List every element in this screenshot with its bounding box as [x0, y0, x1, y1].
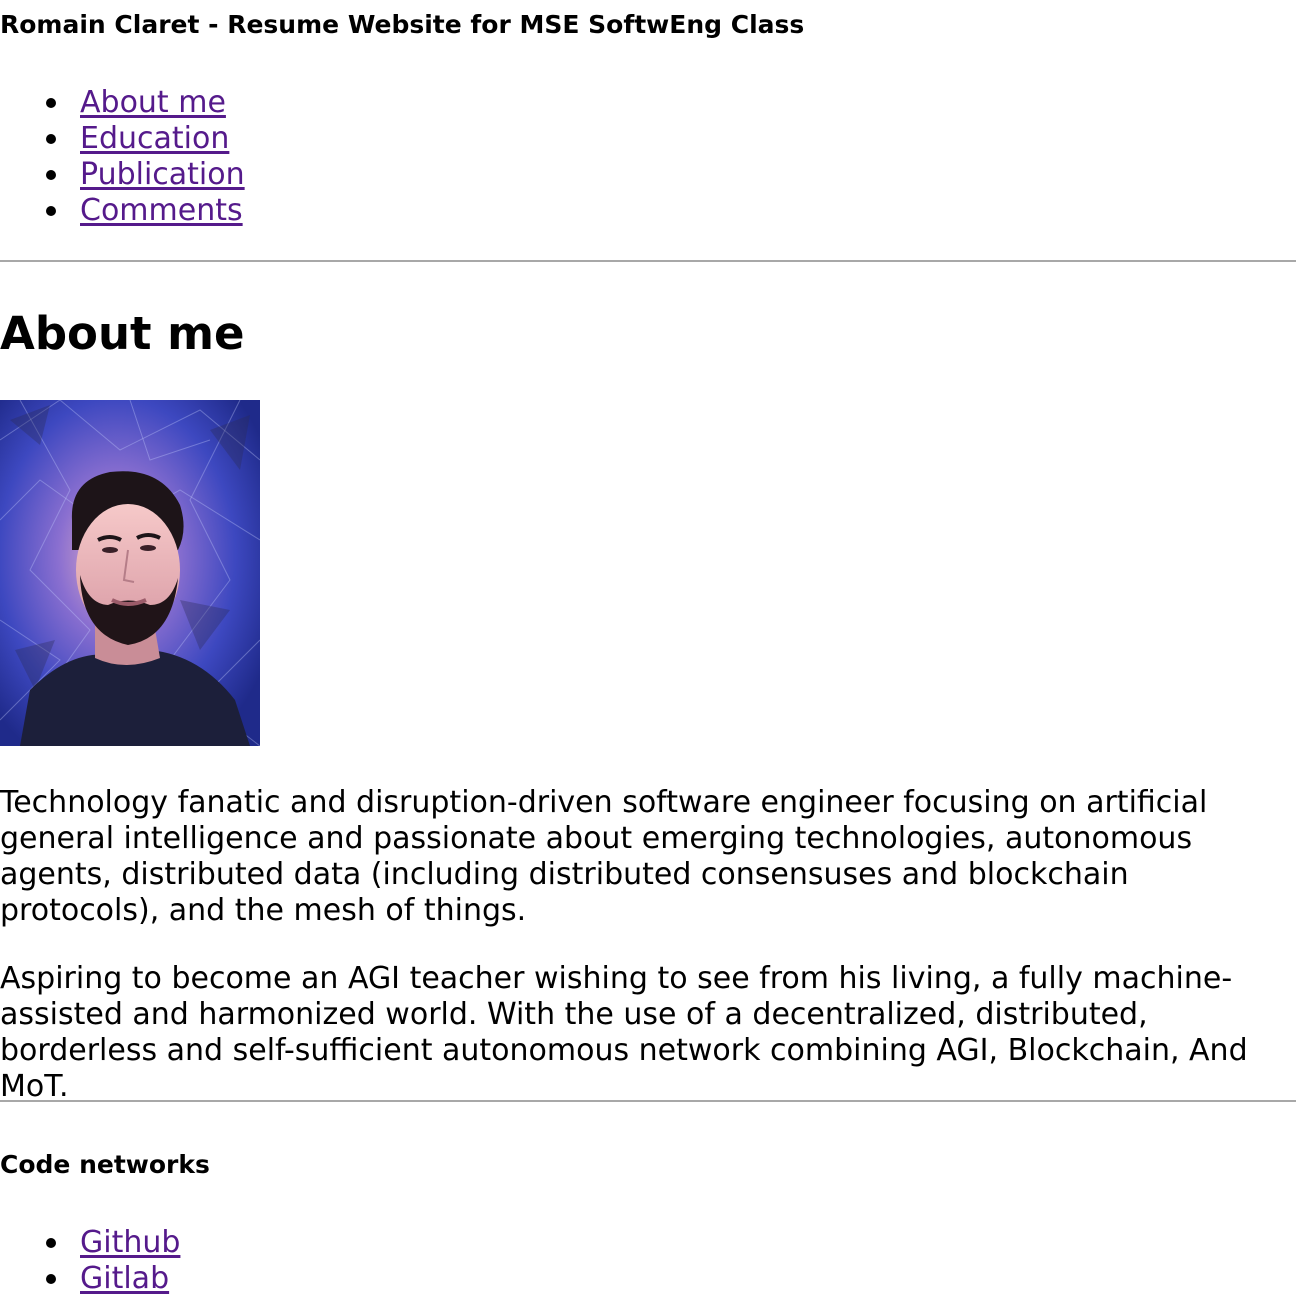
- github-link[interactable]: Github: [80, 1225, 180, 1260]
- bullet-icon: [46, 1274, 56, 1284]
- about-heading: About me: [0, 307, 245, 360]
- profile-photo: [0, 400, 260, 746]
- bullet-icon: [46, 134, 56, 144]
- site-title: Romain Claret - Resume Website for MSE S…: [0, 10, 805, 39]
- bullet-icon: [46, 98, 56, 108]
- nav-item-education: Education: [0, 121, 245, 157]
- list-item: Gitlab: [0, 1261, 180, 1297]
- list-item: Github: [0, 1225, 180, 1261]
- section-divider: [0, 260, 1296, 262]
- bullet-icon: [46, 1238, 56, 1248]
- nav-link-publication[interactable]: Publication: [80, 157, 245, 192]
- bullet-icon: [46, 170, 56, 180]
- nav-item-publication: Publication: [0, 157, 245, 193]
- nav-link-about-me[interactable]: About me: [80, 85, 226, 120]
- main-nav: About me Education Publication Comments: [0, 85, 245, 229]
- code-networks-heading: Code networks: [0, 1150, 210, 1179]
- about-paragraph-2: Aspiring to become an AGI teacher wishin…: [0, 961, 1248, 1104]
- nav-item-comments: Comments: [0, 193, 245, 229]
- nav-link-education[interactable]: Education: [80, 121, 229, 156]
- gitlab-link[interactable]: Gitlab: [80, 1261, 169, 1296]
- bullet-icon: [46, 206, 56, 216]
- about-paragraph-1: Technology fanatic and disruption-driven…: [0, 785, 1208, 928]
- nav-link-comments[interactable]: Comments: [80, 193, 243, 228]
- nav-item-about: About me: [0, 85, 245, 121]
- code-networks-list: Github Gitlab: [0, 1225, 180, 1297]
- section-divider: [0, 1100, 1296, 1102]
